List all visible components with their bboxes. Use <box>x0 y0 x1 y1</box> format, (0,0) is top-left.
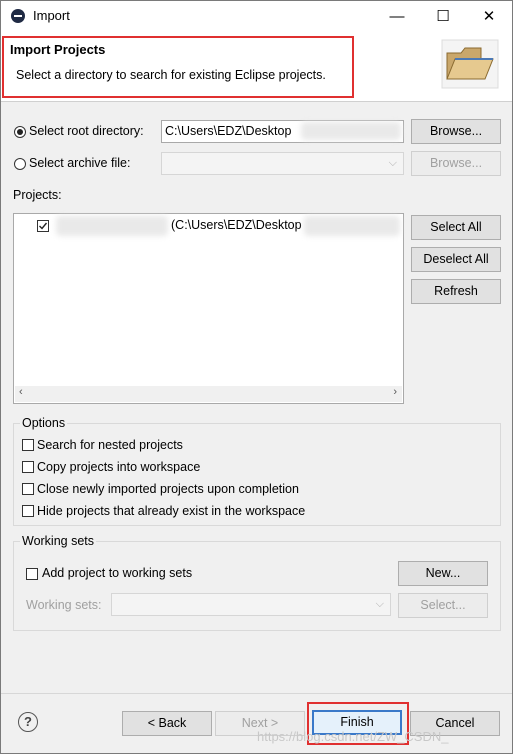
project-path: (C:\Users\EDZ\Desktop <box>171 218 302 232</box>
nested-projects-label: Search for nested projects <box>37 438 183 452</box>
root-directory-label: Select root directory: <box>29 124 144 138</box>
chevron-down-icon: ⌵ <box>388 157 397 169</box>
projects-list[interactable]: (C:\Users\EDZ\Desktop ‹ › <box>13 213 404 404</box>
list-item[interactable]: (C:\Users\EDZ\Desktop <box>14 214 403 236</box>
wizard-header: Import Projects Select a directory to se… <box>1 31 512 102</box>
window-title: Import <box>33 8 70 23</box>
root-directory-radio[interactable] <box>14 126 26 138</box>
archive-file-select[interactable]: ⌵ <box>161 152 404 175</box>
close-projects-label: Close newly imported projects upon compl… <box>37 482 299 496</box>
hide-projects-label: Hide projects that already exist in the … <box>37 504 306 518</box>
refresh-button[interactable]: Refresh <box>411 279 501 304</box>
add-to-working-sets-label: Add project to working sets <box>42 566 193 580</box>
horizontal-scrollbar[interactable]: ‹ › <box>15 386 402 402</box>
archive-file-label: Select archive file: <box>29 156 131 170</box>
root-directory-value: C:\Users\EDZ\Desktop <box>165 124 292 138</box>
working-sets-legend: Working sets <box>20 534 97 548</box>
project-checkbox[interactable] <box>37 220 49 232</box>
deselect-all-button[interactable]: Deselect All <box>411 247 501 272</box>
back-button[interactable]: < Back <box>122 711 212 736</box>
working-sets-select[interactable]: ⌵ <box>111 593 391 616</box>
scroll-left-icon[interactable]: ‹ <box>19 386 23 398</box>
copy-projects-checkbox[interactable] <box>22 461 34 473</box>
hide-projects-checkbox[interactable] <box>22 505 34 517</box>
import-dialog: Import — ☐ ✕ Import Projects Select a di… <box>0 0 513 754</box>
close-projects-checkbox[interactable] <box>22 483 34 495</box>
add-to-working-sets-checkbox[interactable] <box>26 568 38 580</box>
redacted-path <box>304 216 400 236</box>
title-bar: Import — ☐ ✕ <box>1 1 512 31</box>
browse-archive-button[interactable]: Browse... <box>411 151 501 176</box>
page-title: Import Projects <box>10 42 106 57</box>
nested-projects-checkbox[interactable] <box>22 439 34 451</box>
options-legend: Options <box>20 416 68 430</box>
chevron-down-icon: ⌵ <box>375 598 384 610</box>
redacted-path <box>301 122 401 140</box>
working-sets-label: Working sets: <box>26 598 102 612</box>
new-working-set-button[interactable]: New... <box>398 561 488 586</box>
checkmark-icon <box>39 222 48 230</box>
watermark-text: https://blog.csdn.net/ZW_CSDN_ <box>257 729 449 744</box>
projects-label: Projects: <box>13 188 62 202</box>
browse-root-button[interactable]: Browse... <box>411 119 501 144</box>
close-button[interactable]: ✕ <box>466 1 512 31</box>
select-all-button[interactable]: Select All <box>411 215 501 240</box>
maximize-button[interactable]: ☐ <box>420 1 466 31</box>
archive-file-radio[interactable] <box>14 158 26 170</box>
folder-icon <box>441 39 499 89</box>
help-icon[interactable]: ? <box>18 712 38 732</box>
page-description: Select a directory to search for existin… <box>16 68 326 82</box>
scroll-right-icon[interactable]: › <box>393 386 397 398</box>
footer-divider <box>1 693 512 694</box>
minimize-button[interactable]: — <box>374 1 420 31</box>
eclipse-icon <box>11 9 25 23</box>
redacted-project-name <box>56 216 168 236</box>
select-working-set-button[interactable]: Select... <box>398 593 488 618</box>
copy-projects-label: Copy projects into workspace <box>37 460 201 474</box>
